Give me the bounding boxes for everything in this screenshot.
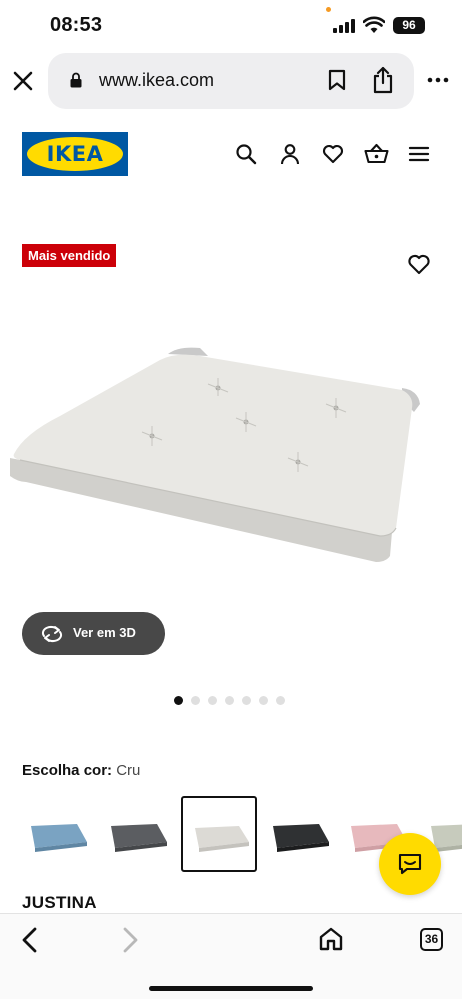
home-icon[interactable]: [318, 926, 344, 952]
product-image-chair-pad[interactable]: [0, 330, 462, 580]
close-icon[interactable]: [10, 68, 36, 94]
selected-color: Cru: [116, 762, 141, 779]
search-icon[interactable]: [234, 142, 258, 166]
url-text: www.ikea.com: [99, 70, 215, 90]
account-icon[interactable]: [278, 142, 302, 166]
color-swatch-dark-grey[interactable]: [101, 798, 173, 870]
carousel-dot-7[interactable]: [276, 696, 285, 705]
color-prompt: Escolha cor:: [22, 762, 113, 779]
share-icon[interactable]: [372, 66, 394, 94]
forward-arrow-icon[interactable]: [118, 926, 142, 954]
menu-hamburger-icon[interactable]: [407, 142, 431, 166]
status-bar: 08:53 96: [0, 0, 462, 52]
product-name: JUSTINA: [22, 893, 97, 912]
browser-toolbar: 36: [0, 913, 462, 999]
view-in-3d-button[interactable]: Ver em 3D: [22, 612, 165, 655]
battery-indicator: 96: [393, 17, 425, 34]
home-indicator: [149, 986, 313, 991]
carousel-dot-1[interactable]: [174, 696, 183, 705]
cellular-signal-icon: [333, 19, 355, 33]
bookmark-icon[interactable]: [328, 69, 346, 91]
carousel-dot-4[interactable]: [225, 696, 234, 705]
chat-support-button[interactable]: [379, 833, 441, 895]
favorite-heart-icon[interactable]: [406, 252, 432, 276]
carousel-indicator: [174, 696, 285, 706]
color-swatch-blue[interactable]: [19, 798, 91, 870]
status-time: 08:53: [50, 14, 103, 36]
ikea-logo[interactable]: IKEA: [22, 132, 128, 176]
best-seller-badge: Mais vendido: [22, 244, 117, 267]
chat-bubble-icon: [398, 853, 422, 875]
lock-icon: [70, 72, 82, 88]
carousel-dot-2[interactable]: [191, 696, 200, 705]
shopping-basket-icon[interactable]: [364, 142, 389, 166]
privacy-indicator-dot: [326, 7, 331, 12]
more-options-icon[interactable]: [426, 72, 450, 88]
rotate-3d-icon: [41, 625, 63, 643]
back-arrow-icon[interactable]: [18, 926, 42, 954]
carousel-dot-5[interactable]: [242, 696, 251, 705]
wifi-icon: [363, 16, 385, 33]
carousel-dot-6[interactable]: [259, 696, 268, 705]
view-in-3d-label: Ver em 3D: [73, 625, 136, 640]
color-selector-label: Escolha cor: Cru: [22, 762, 140, 779]
carousel-dot-3[interactable]: [208, 696, 217, 705]
wishlist-heart-icon[interactable]: [321, 142, 345, 166]
color-swatch-natural-selected[interactable]: [181, 796, 257, 872]
tabs-count-button[interactable]: 36: [420, 928, 443, 951]
address-bar[interactable]: www.ikea.com: [48, 53, 414, 109]
color-swatch-black[interactable]: [265, 798, 337, 870]
